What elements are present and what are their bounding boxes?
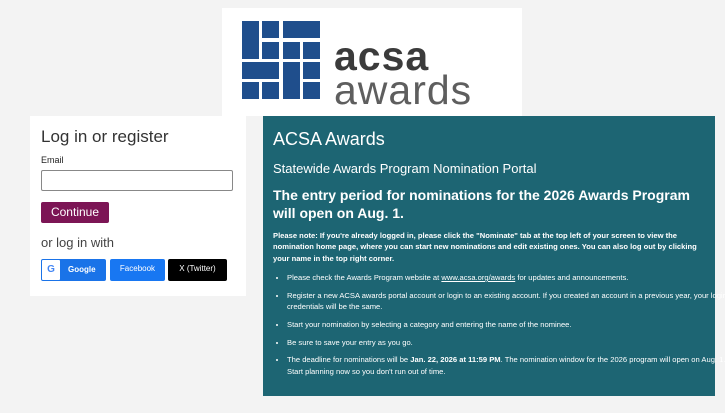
login-title: Log in or register [41, 127, 169, 146]
logo-text-awards: awards [334, 67, 473, 113]
list-item: Please check the Awards Program website … [287, 272, 725, 283]
login-panel: Log in or register Email Continue or log… [30, 116, 246, 296]
google-login-button[interactable]: G Google [41, 259, 106, 281]
bullet-text: The deadline for nominations will be [287, 355, 411, 365]
twitter-login-button[interactable]: X (Twitter) [168, 259, 227, 281]
or-login-with-label: or log in with [41, 235, 114, 250]
google-label: Google [68, 265, 96, 274]
logged-in-note: Please note: If you're already logged in… [273, 231, 697, 263]
bullet-text: for updates and announcements. [515, 273, 629, 282]
list-item: Start your nomination by selecting a cat… [287, 319, 725, 330]
info-subtitle: Statewide Awards Program Nomination Port… [273, 161, 537, 176]
info-title: ACSA Awards [273, 129, 385, 149]
list-item: The deadline for nominations will be Jan… [287, 354, 725, 377]
awards-website-link[interactable]: www.acsa.org/awards [441, 273, 515, 282]
email-field[interactable] [41, 170, 233, 191]
bullet-text: Please check the Awards Program website … [287, 273, 442, 282]
acsa-logo-mark-icon [242, 21, 320, 99]
info-panel: ACSA Awards Statewide Awards Program Nom… [263, 116, 725, 396]
list-item: Register a new ACSA awards portal accoun… [287, 290, 725, 313]
continue-button[interactable]: Continue [41, 202, 109, 223]
email-label: Email [41, 155, 64, 165]
google-icon: G [42, 260, 60, 280]
deadline-date: Jan. 22, 2026 at 11:59 PM [410, 355, 501, 365]
facebook-login-button[interactable]: Facebook [110, 259, 165, 281]
acsa-awards-logo: acsa awards [222, 8, 522, 116]
info-headline: The entry period for nominations for the… [273, 187, 690, 221]
list-item: Be sure to save your entry as you go. [287, 337, 725, 348]
instructions-list: Please check the Awards Program website … [273, 272, 725, 384]
